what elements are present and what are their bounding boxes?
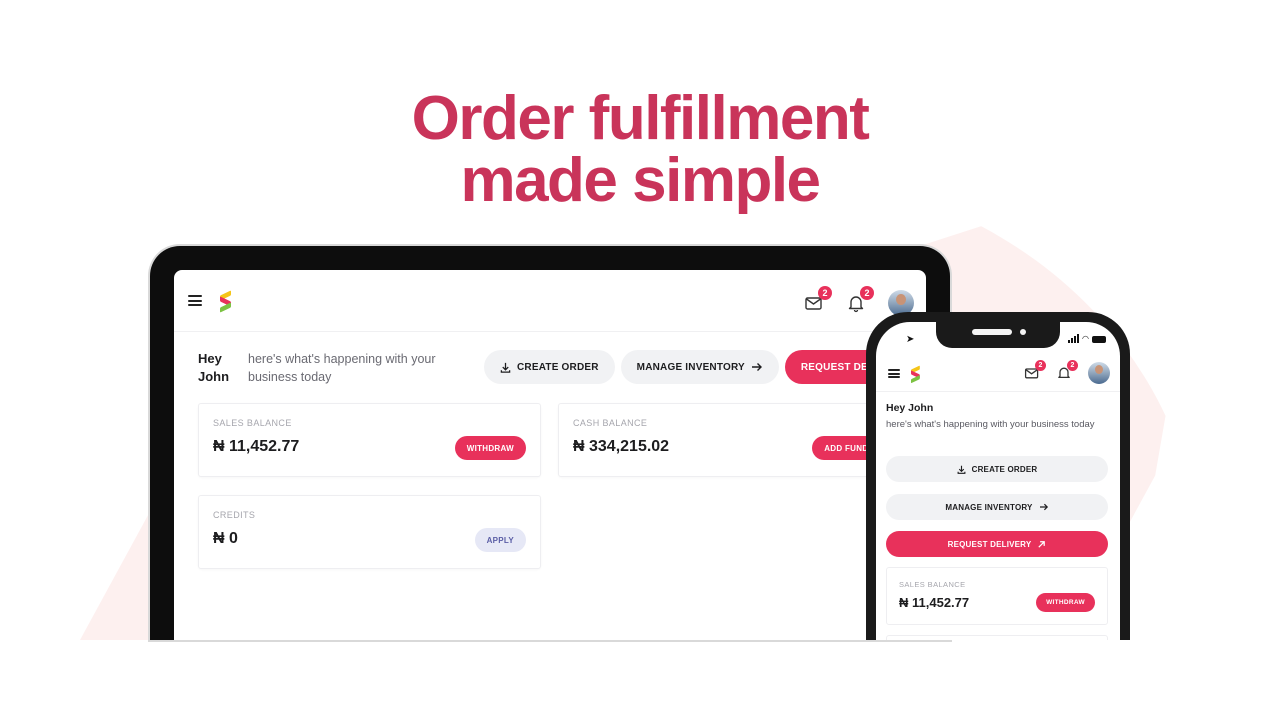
desktop-topbar: 2 2 bbox=[174, 270, 926, 332]
battery-icon bbox=[1092, 336, 1106, 343]
credits-value: ₦ 0 bbox=[213, 530, 238, 547]
sales-balance-value: ₦ 11,452.77 bbox=[213, 438, 300, 455]
mobile-dashboard: ➤ ◠ 2 2 Hey John here's what's happening… bbox=[876, 322, 1120, 640]
arrow-up-right-icon bbox=[1038, 540, 1046, 548]
mobile-withdraw-button[interactable]: WITHDRAW bbox=[1036, 593, 1095, 612]
mail-button[interactable]: 2 bbox=[804, 286, 832, 313]
mobile-topbar: 2 2 bbox=[876, 354, 1120, 392]
cash-balance-value: ₦ 334,215.02 bbox=[573, 438, 670, 455]
download-icon bbox=[957, 465, 966, 474]
mail-badge: 2 bbox=[1035, 360, 1046, 371]
mobile-greeting-name: Hey John bbox=[886, 402, 934, 414]
create-order-button[interactable]: CREATE ORDER bbox=[484, 350, 615, 384]
cash-balance-label: CASH BALANCE bbox=[573, 418, 648, 428]
mobile-create-order-button[interactable]: CREATE ORDER bbox=[886, 456, 1108, 482]
greeting-hey: Hey bbox=[198, 351, 222, 366]
brand-logo[interactable] bbox=[218, 289, 232, 313]
greeting-name: Hey John bbox=[198, 350, 238, 386]
status-bar-icons: ◠ bbox=[1068, 334, 1106, 343]
headline-line-1: Order fulfillment bbox=[411, 84, 870, 153]
phone-notch bbox=[936, 322, 1060, 348]
mail-badge: 2 bbox=[818, 286, 832, 300]
create-order-label: CREATE ORDER bbox=[517, 361, 599, 373]
arrow-right-icon bbox=[751, 363, 762, 371]
greeting-john: John bbox=[198, 369, 230, 384]
headline-line-2: made simple bbox=[460, 146, 821, 215]
manage-inventory-label: MANAGE INVENTORY bbox=[945, 502, 1033, 512]
download-icon bbox=[500, 362, 511, 373]
desktop-dashboard: 2 2 Hey John here's what's happening wit… bbox=[174, 270, 926, 640]
bell-badge: 2 bbox=[1067, 360, 1078, 371]
manage-inventory-button[interactable]: MANAGE INVENTORY bbox=[620, 350, 779, 384]
mobile-manage-inventory-button[interactable]: MANAGE INVENTORY bbox=[886, 494, 1108, 520]
mail-button[interactable]: 2 bbox=[1024, 360, 1046, 381]
apply-button[interactable]: APPLY bbox=[474, 528, 526, 552]
front-camera bbox=[1020, 329, 1026, 335]
mobile-greeting-subtitle: here's what's happening with your busine… bbox=[886, 419, 1095, 430]
user-avatar[interactable] bbox=[1088, 362, 1110, 384]
arrow-right-icon bbox=[1039, 503, 1048, 511]
create-order-label: CREATE ORDER bbox=[971, 464, 1038, 474]
credits-card: CREDITS ₦ 0 APPLY bbox=[198, 495, 541, 569]
credits-label: CREDITS bbox=[213, 510, 256, 520]
request-delivery-label: REQUEST DELIVERY bbox=[947, 539, 1032, 549]
hamburger-menu-icon[interactable] bbox=[888, 369, 900, 378]
hamburger-menu-icon[interactable] bbox=[188, 295, 202, 306]
brand-logo[interactable] bbox=[909, 365, 920, 384]
mobile-request-delivery-button[interactable]: REQUEST DELIVERY bbox=[886, 531, 1108, 557]
greeting-subtitle: here's what's happening with your busine… bbox=[248, 352, 436, 384]
mobile-topbar-icons: 2 2 bbox=[1024, 360, 1110, 384]
location-arrow-icon: ➤ bbox=[906, 334, 915, 345]
mobile-sales-balance-card: SALES BALANCE ₦ 11,452.77 WITHDRAW bbox=[886, 567, 1108, 625]
sales-balance-label: SALES BALANCE bbox=[899, 580, 966, 589]
bell-badge: 2 bbox=[860, 286, 874, 300]
withdraw-button[interactable]: WITHDRAW bbox=[454, 436, 526, 460]
notifications-button[interactable]: 2 bbox=[1056, 360, 1078, 381]
laptop-mockup: 2 2 Hey John here's what's happening wit… bbox=[150, 246, 950, 640]
sales-balance-label: SALES BALANCE bbox=[213, 418, 292, 428]
phone-mockup: ➤ ◠ 2 2 Hey John here's what's happening… bbox=[866, 312, 1130, 640]
greeting-row: Hey John here's what's happening with yo… bbox=[174, 332, 926, 402]
hero-headline: Order fulfillment made simple bbox=[0, 88, 1280, 212]
manage-inventory-label: MANAGE INVENTORY bbox=[636, 361, 745, 373]
sales-balance-value: ₦ 11,452.77 bbox=[899, 595, 970, 610]
signal-icon bbox=[1068, 334, 1080, 343]
cash-balance-card: CASH BALANCE ₦ 334,215.02 ADD FUNDS bbox=[558, 403, 901, 477]
sales-balance-card: SALES BALANCE ₦ 11,452.77 WITHDRAW bbox=[198, 403, 541, 477]
mobile-next-card bbox=[886, 635, 1108, 640]
wifi-icon: ◠ bbox=[1082, 334, 1089, 343]
notifications-button[interactable]: 2 bbox=[846, 286, 874, 313]
action-buttons: CREATE ORDER MANAGE INVENTORY REQUEST DE… bbox=[484, 350, 921, 384]
speaker bbox=[972, 329, 1012, 335]
